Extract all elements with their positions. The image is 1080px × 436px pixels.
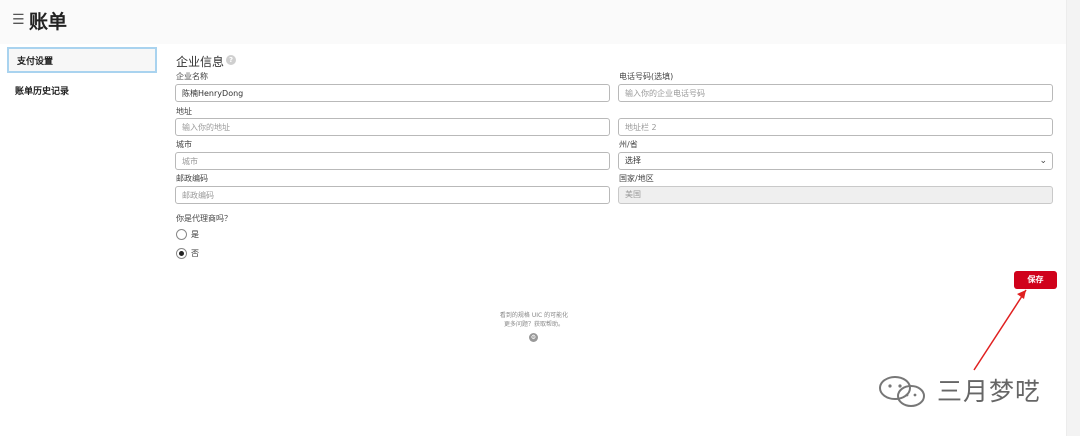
watermark-text: 三月梦呓 — [937, 377, 1042, 406]
footer-text-1: 看到的规格 UIC 的可能化 — [499, 312, 569, 319]
state-label: 州/省 — [619, 140, 638, 149]
sidebar-item-label: 账单历史记录 — [15, 87, 70, 97]
country-field: 美国 — [618, 186, 1053, 204]
chevron-down-icon: ⌄ — [1039, 156, 1047, 166]
radio-no[interactable] — [176, 248, 187, 259]
phone-label: 电话号码(选填) — [619, 72, 674, 81]
radio-no-label: 否 — [191, 249, 199, 258]
section-title: 企业信息 — [176, 55, 225, 69]
scrollbar[interactable] — [1066, 0, 1080, 436]
state-select[interactable]: 选择 ⌄ — [618, 152, 1053, 170]
agency-question: 你是代理商吗？ — [176, 214, 232, 223]
sidebar-item-billing-history[interactable]: 账单历史记录 — [7, 79, 157, 105]
postal-code-label: 邮政编码 — [176, 174, 208, 183]
menu-icon[interactable]: ☰ — [12, 13, 25, 27]
postal-code-input[interactable] — [175, 186, 610, 204]
state-select-value: 选择 — [625, 156, 641, 165]
top-bar: ☰ 账单 — [0, 0, 1066, 44]
sidebar-item-payment-settings[interactable]: 支付设置 — [7, 47, 157, 73]
help-icon[interactable]: ? — [226, 55, 236, 65]
company-name-input[interactable] — [175, 84, 610, 102]
address-line2-input[interactable] — [618, 118, 1053, 136]
country-label: 国家/地区 — [619, 174, 654, 183]
wechat-icon — [879, 376, 925, 407]
city-label: 城市 — [176, 140, 192, 149]
address-input[interactable] — [175, 118, 610, 136]
address-label: 地址 — [176, 107, 192, 116]
radio-yes-label: 是 — [191, 230, 199, 239]
radio-yes[interactable] — [176, 229, 187, 240]
company-name-label: 企业名称 — [176, 72, 208, 81]
footer-help-link[interactable]: 更多问题？获取帮助。 — [434, 321, 634, 329]
page-title: 账单 — [29, 11, 68, 33]
sidebar-item-label: 支付设置 — [17, 57, 54, 67]
footer-icon: ⚙ — [529, 333, 538, 342]
city-input[interactable] — [175, 152, 610, 170]
country-value: 美国 — [625, 190, 641, 199]
phone-input[interactable] — [618, 84, 1053, 102]
